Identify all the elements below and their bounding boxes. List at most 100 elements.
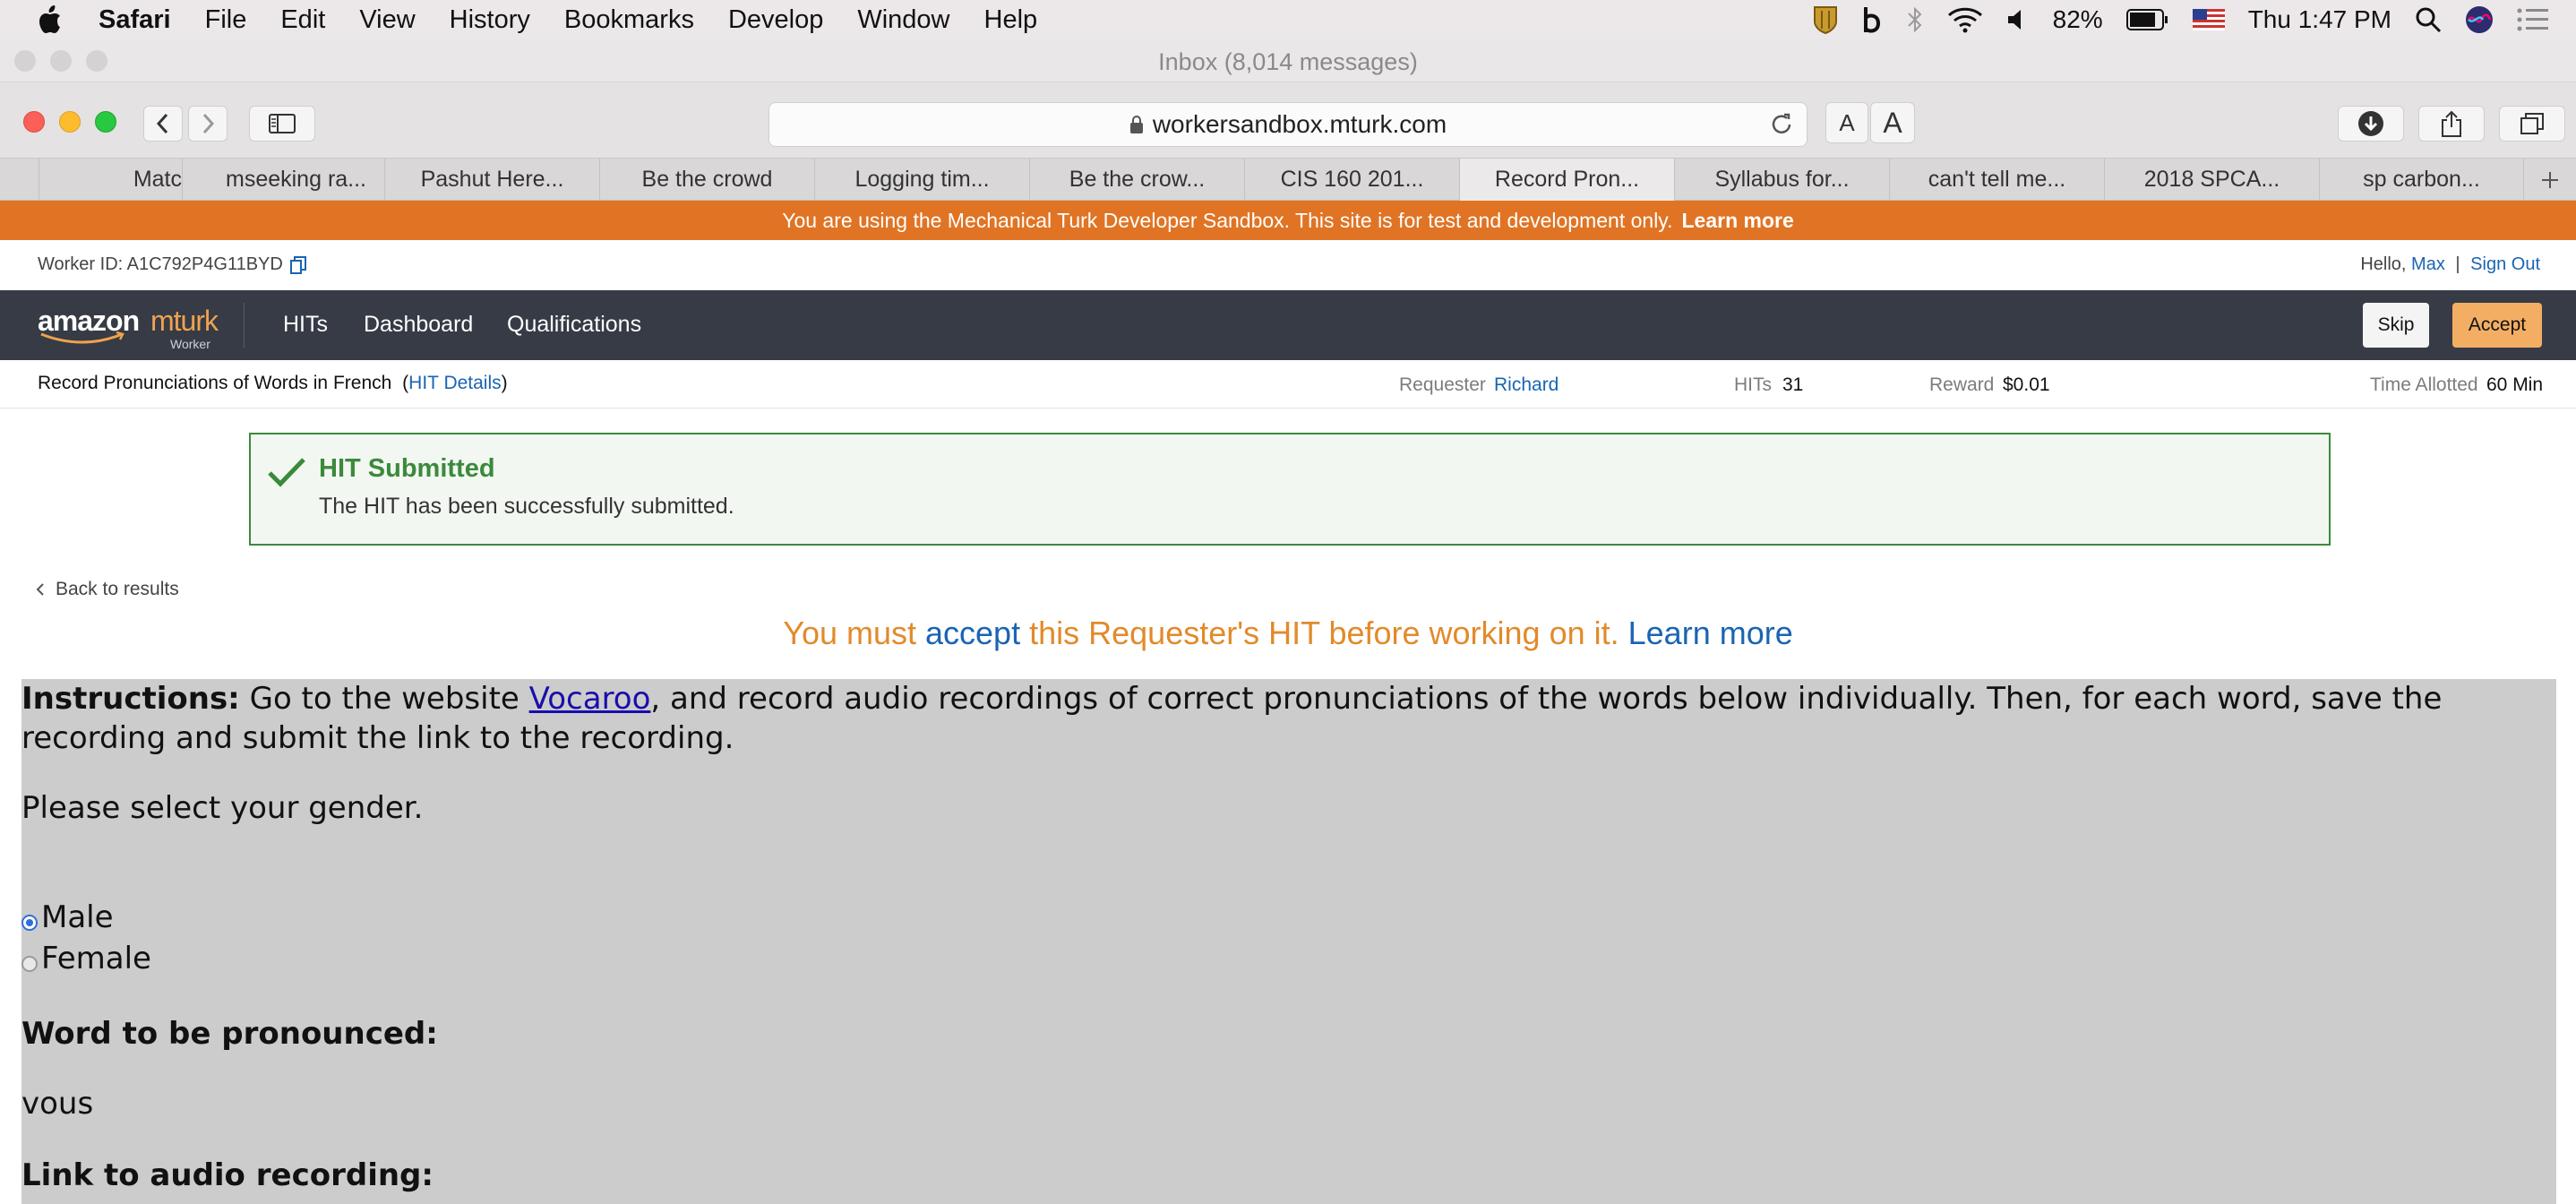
shield-app-icon[interactable] [1813,5,1838,34]
tab-label: Syllabus for... [1714,167,1850,192]
tab-label: 2018 SPCA... [2143,167,2280,192]
hit-details-link[interactable]: HIT Details [408,373,501,393]
battery-icon[interactable] [2125,8,2169,31]
tab-sp-carbon[interactable]: sp carbon... [2320,159,2524,201]
status-menus: 82% Thu 1:47 PM [1813,0,2549,39]
menu-history[interactable]: History [450,5,530,35]
tab-cant-tell[interactable]: can't tell me... [1890,159,2105,201]
vocaroo-link[interactable]: Vocaroo [529,681,651,717]
tab-be-the-crowd[interactable]: Be the crowd [600,159,815,201]
mturk-logo[interactable]: amazon mturk Worker [38,305,219,351]
tab-matc[interactable]: Matc [39,159,183,201]
window-title-bar: Inbox (8,014 messages) [0,39,2576,82]
us-flag-icon[interactable] [2192,9,2225,30]
text-smaller-button[interactable]: A [1825,102,1868,143]
worker-bar: Worker ID: A1C792P4G11BYD Hello, Max | S… [0,240,2576,290]
tab-mseeking[interactable]: mseeking ra... [183,159,385,201]
sandbox-banner-text: You are using the Mechanical Turk Develo… [782,208,1673,232]
amazon-smile-icon [40,331,125,344]
mturk-nav: amazon mturk Worker HITs Dashboard Quali… [0,290,2576,360]
tab-pashut[interactable]: Pashut Here... [385,159,600,201]
tab-cis160[interactable]: CIS 160 201... [1245,159,1460,201]
tab-bar: Matc mseeking ra... Pashut Here... Be th… [0,158,2576,201]
nav-dashboard[interactable]: Dashboard [364,312,473,338]
notice-accept-link[interactable]: accept [925,615,1020,651]
worker-name-link[interactable]: Max [2411,254,2445,274]
download-icon [2358,111,2383,136]
accept-button[interactable]: Accept [2452,303,2542,348]
back-button[interactable] [143,106,183,142]
reload-icon[interactable] [1769,112,1794,137]
close-window-button[interactable] [23,111,45,133]
hit-title: Record Pronunciations of Words in French… [38,373,508,394]
instructions: Instructions: Go to the website Vocaroo,… [21,679,2547,758]
volume-icon[interactable] [2006,7,2030,32]
apple-icon[interactable] [36,4,63,35]
browser-toolbar: workersandbox.mturk.com A A [0,82,2576,158]
minimize-window-button[interactable] [59,111,81,133]
tab-overview-button[interactable] [2499,106,2565,142]
zoom-window-button[interactable] [95,111,116,133]
tab-syllabus[interactable]: Syllabus for... [1675,159,1890,201]
notice-pre: You must [783,615,916,651]
tab-spca[interactable]: 2018 SPCA... [2105,159,2320,201]
male-radio[interactable] [21,915,38,931]
forward-button[interactable] [188,106,228,142]
sidebar-icon [269,114,296,133]
siri-icon[interactable] [2465,5,2494,34]
b-app-icon[interactable] [1861,5,1883,34]
skip-button[interactable]: Skip [2363,303,2429,348]
tab-label: Pashut Here... [420,167,564,192]
tab-label: CIS 160 201... [1280,167,1424,192]
tab-label: Be the crowd [641,167,773,192]
bluetooth-icon[interactable] [1906,5,1924,34]
tab-label: Matc [133,167,182,192]
menu-window[interactable]: Window [857,5,949,35]
clock[interactable]: Thu 1:47 PM [2248,5,2391,34]
logo-mturk-text: mturk [150,305,219,337]
worker-id: Worker ID: A1C792P4G11BYD [38,254,306,275]
instructions-pre: Go to the website [249,681,519,717]
back-to-results-link[interactable]: Back to results [36,579,179,600]
nav-qualifications[interactable]: Qualifications [507,312,641,338]
menu-edit[interactable]: Edit [280,5,325,35]
tab-pinned[interactable] [0,159,39,201]
notice-learn-more-link[interactable]: Learn more [1628,615,1793,651]
tab-logging[interactable]: Logging tim... [815,159,1030,201]
menu-bar: Safari File Edit View History Bookmarks … [0,0,2576,39]
tab-record-pron[interactable]: Record Pron... [1460,159,1675,201]
nav-hits[interactable]: HITs [283,312,328,338]
spotlight-search-icon[interactable] [2415,6,2442,33]
downloads-button[interactable] [2338,106,2404,142]
menu-file[interactable]: File [205,5,247,35]
text-larger-button[interactable]: A [1870,102,1915,143]
menu-help[interactable]: Help [984,5,1038,35]
wifi-icon[interactable] [1947,6,1983,33]
male-label: Male [41,899,114,935]
menu-view[interactable]: View [359,5,415,35]
chevron-left-icon [156,113,168,134]
menu-safari[interactable]: Safari [99,5,171,35]
tabs-icon [2520,113,2544,134]
chevron-left-icon [36,583,44,596]
tab-be-the-crow[interactable]: Be the crow... [1030,159,1245,201]
notification-center-icon[interactable] [2517,8,2549,31]
copy-icon[interactable] [289,255,306,274]
sandbox-banner: You are using the Mechanical Turk Develo… [0,201,2576,240]
female-radio[interactable] [21,956,38,972]
instructions-label: Instructions: [21,681,240,717]
sidebar-toggle-button[interactable] [249,106,315,142]
gender-option-female[interactable]: Female [21,941,151,976]
requester-link[interactable]: Richard [1494,374,1558,396]
share-button[interactable] [2418,106,2485,142]
menu-develop[interactable]: Develop [728,5,823,35]
menu-bookmarks[interactable]: Bookmarks [564,5,694,35]
sign-out-link[interactable]: Sign Out [2470,254,2540,274]
sandbox-learn-more-link[interactable]: Learn more [1682,209,1794,233]
requester-label: Requester [1399,374,1486,395]
tab-label: sp carbon... [2363,167,2480,192]
chevron-right-icon [202,113,215,134]
new-tab-button[interactable] [2524,159,2576,201]
address-bar[interactable]: workersandbox.mturk.com [769,102,1807,147]
gender-option-male[interactable]: Male [21,899,114,935]
